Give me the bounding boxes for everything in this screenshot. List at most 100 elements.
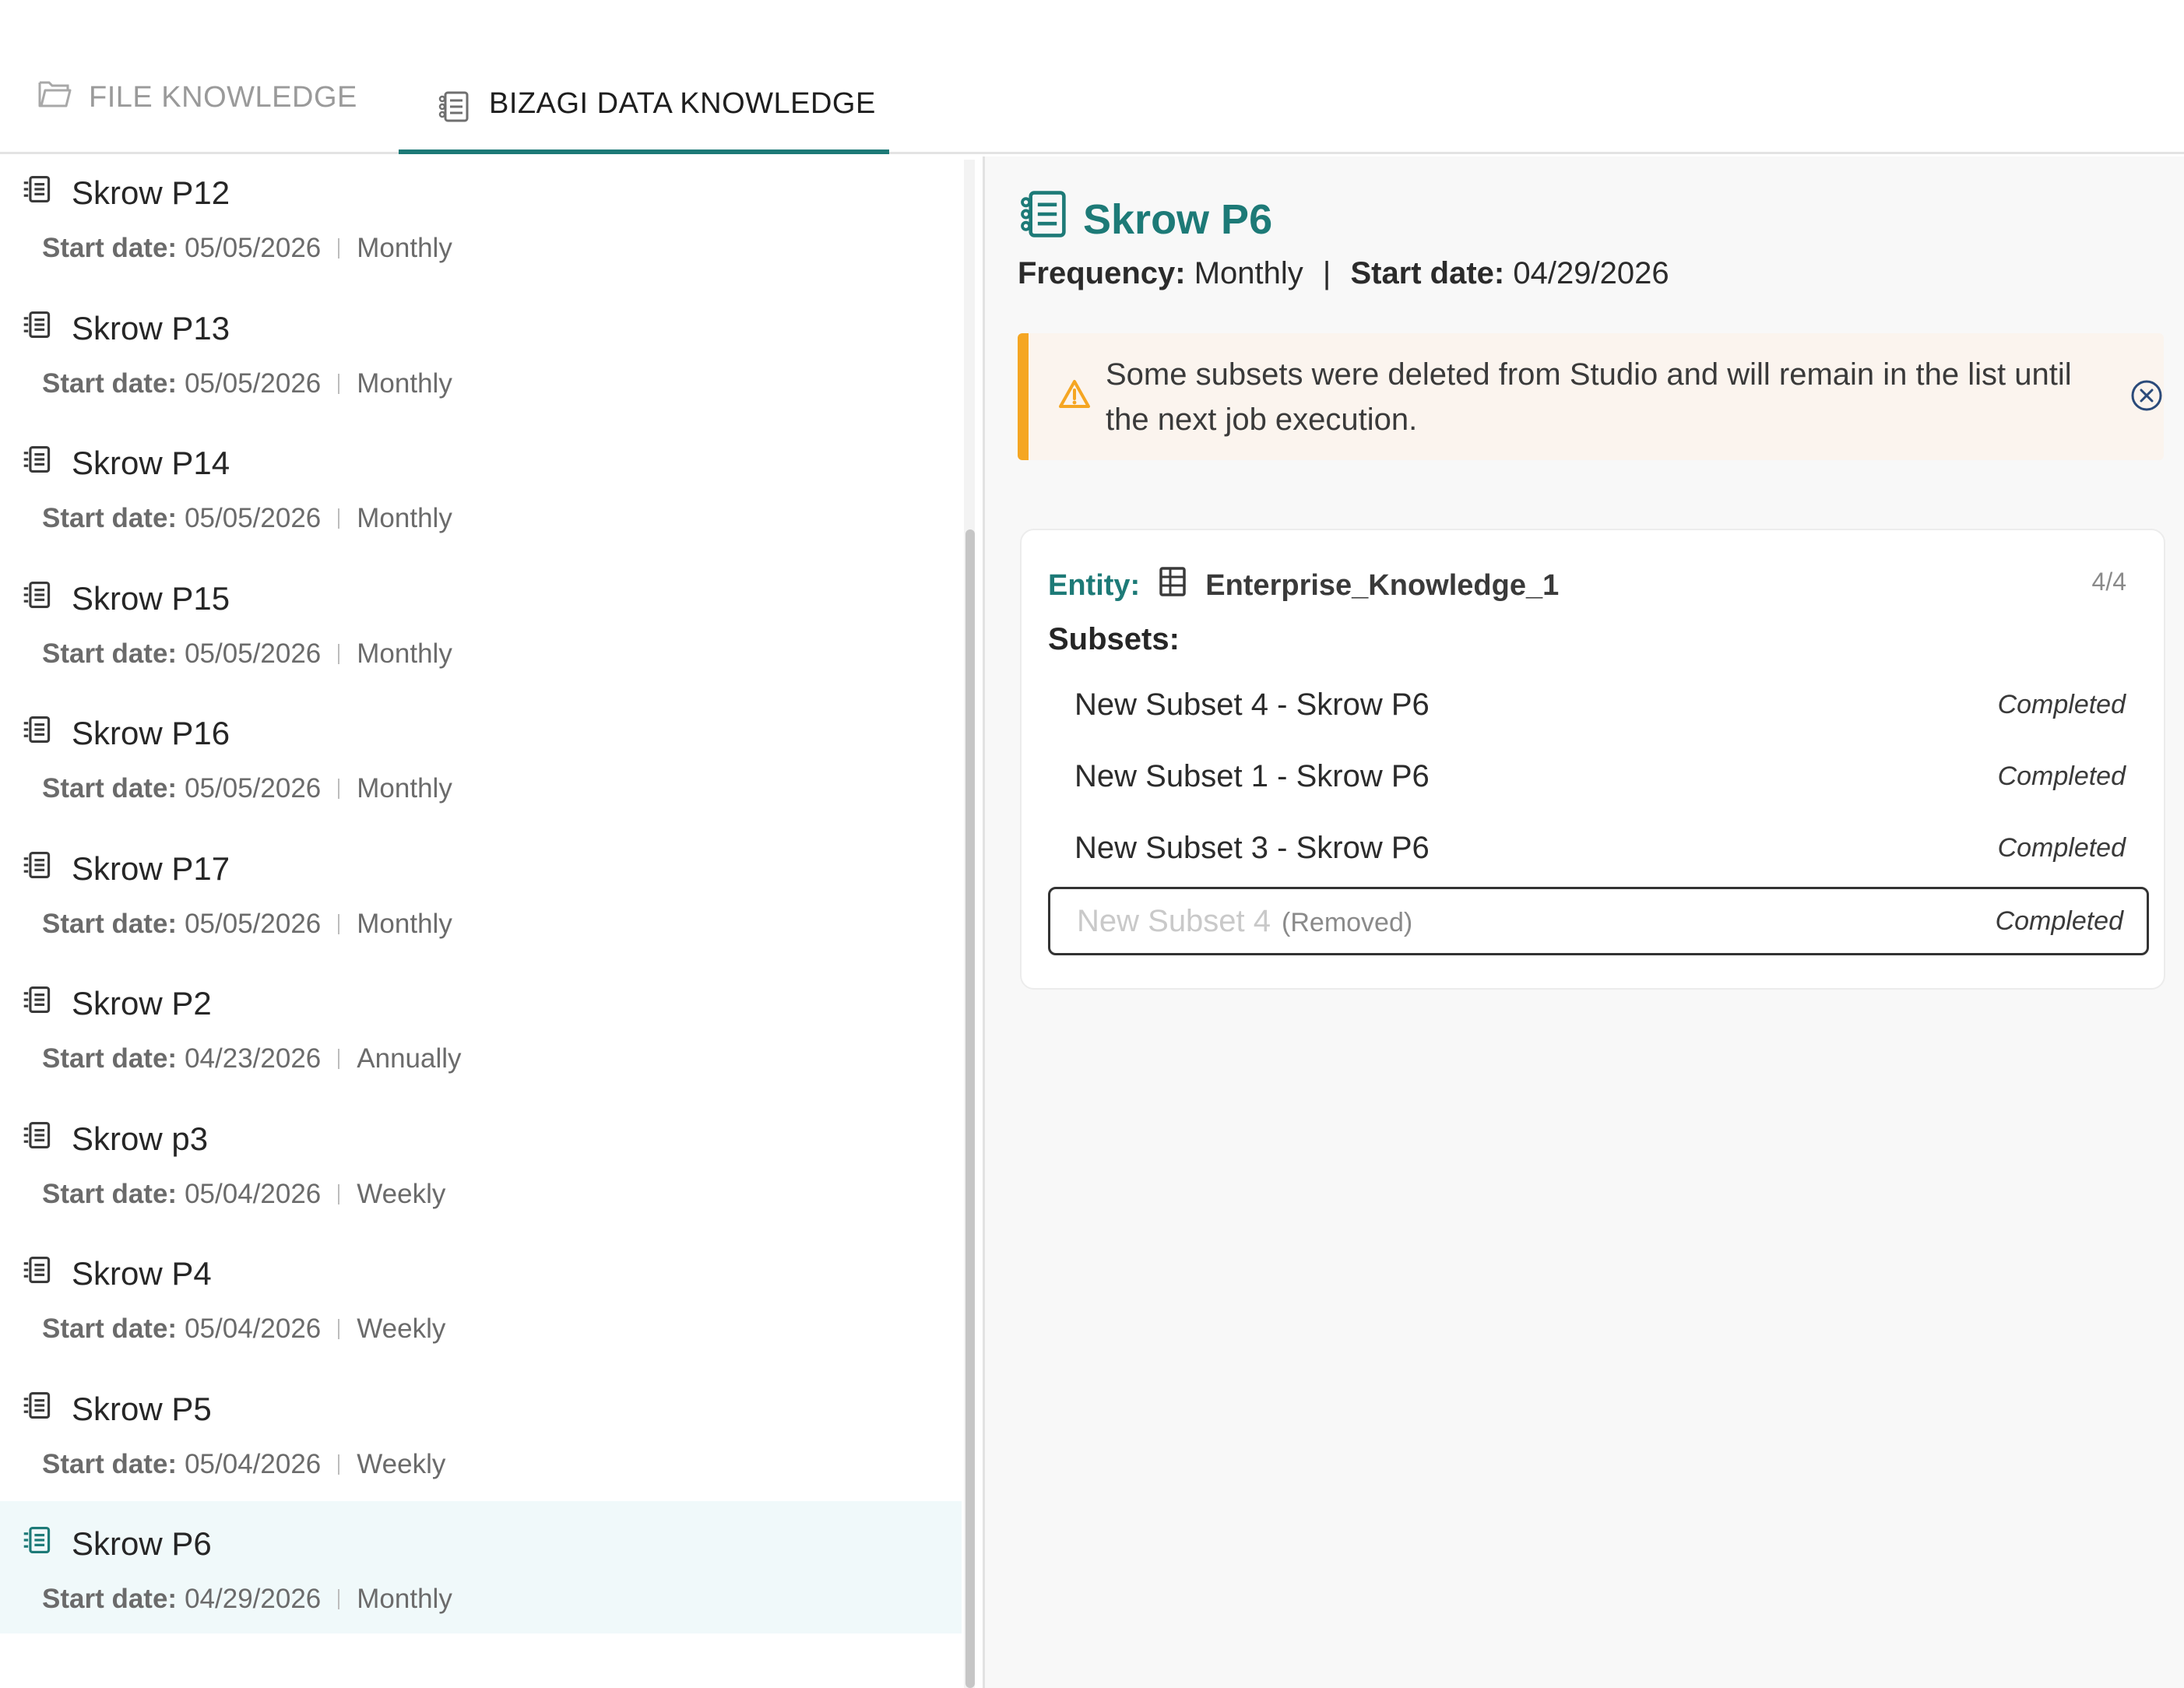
start-date-label: Start date:	[42, 233, 178, 263]
list-item-name: Skrow P12	[72, 174, 230, 211]
start-date-value: 05/05/2026	[185, 773, 322, 804]
subset-name-group: New Subset 4 (Removed)	[1077, 904, 1412, 939]
start-date-label: Start date:	[42, 503, 178, 533]
list-item-title: Skrow P4	[22, 1254, 212, 1293]
meta-separator	[338, 238, 340, 258]
list-item-meta: Start date: 04/23/2026 Annually	[42, 1043, 462, 1074]
document-list-icon	[22, 1390, 53, 1429]
list-item[interactable]: Skrow P15 Start date: 05/05/2026 Monthly	[0, 556, 962, 688]
document-list-icon	[22, 174, 53, 213]
start-date-label: Start date:	[1350, 256, 1505, 290]
frequency-value: Monthly	[357, 233, 452, 263]
meta-separator	[338, 643, 340, 664]
start-date-value: 05/05/2026	[185, 638, 322, 669]
document-list-icon	[22, 714, 53, 753]
document-list-icon	[22, 1524, 53, 1563]
scrollbar-thumb[interactable]	[965, 529, 975, 1688]
start-date-label: Start date:	[42, 638, 178, 669]
entity-row: Entity: Enterprise_Knowledge_1	[1048, 566, 1559, 605]
list-item-title: Skrow P2	[22, 984, 212, 1023]
list-item[interactable]: Skrow P17 Start date: 05/05/2026 Monthly	[0, 826, 962, 958]
list-item[interactable]: Skrow P5 Start date: 05/04/2026 Weekly	[0, 1366, 962, 1499]
subset-row: New Subset 3 - Skrow P6 Completed	[1048, 814, 2149, 882]
list-item-title: Skrow P14	[22, 444, 230, 483]
warning-icon	[1058, 378, 1091, 413]
frequency-value: Monthly	[357, 638, 452, 669]
entity-card: Entity: Enterprise_Knowledge_1 4/4 Subse…	[1020, 529, 2165, 990]
list-item-title: Skrow P17	[22, 849, 230, 888]
list-item-meta: Start date: 05/04/2026 Weekly	[42, 1313, 445, 1345]
list-item-title: Skrow P6	[22, 1524, 212, 1563]
tab-label: FILE KNOWLEDGE	[89, 80, 357, 114]
start-date-label: Start date:	[42, 1448, 178, 1479]
list-item[interactable]: Skrow P12 Start date: 05/05/2026 Monthly	[0, 156, 962, 283]
list-item[interactable]: Skrow P16 Start date: 05/05/2026 Monthly	[0, 691, 962, 823]
detail-panel: Skrow P6 Frequency: Monthly | Start date…	[985, 156, 2184, 1688]
list-item-name: Skrow P5	[72, 1390, 212, 1427]
subset-row-removed[interactable]: New Subset 4 (Removed) Completed	[1048, 887, 2149, 955]
meta-separator	[338, 1049, 340, 1069]
start-date-label: Start date:	[42, 1584, 178, 1614]
subset-row: New Subset 4 - Skrow P6 Completed	[1048, 670, 2149, 739]
tab-label: BIZAGI DATA KNOWLEDGE	[489, 87, 876, 120]
document-list-icon	[22, 309, 53, 348]
list-item[interactable]: Skrow p3 Start date: 05/04/2026 Weekly	[0, 1096, 962, 1229]
removed-tag: (Removed)	[1282, 907, 1413, 937]
list-item-meta: Start date: 05/05/2026 Monthly	[42, 503, 452, 534]
list-item-title: Skrow P12	[22, 174, 230, 213]
start-date-label: Start date:	[42, 1313, 178, 1344]
tab-bizagi-data-knowledge[interactable]: BIZAGI DATA KNOWLEDGE	[399, 76, 889, 154]
start-date-value: 05/05/2026	[185, 908, 322, 939]
start-date-value: 04/29/2026	[185, 1584, 322, 1614]
document-list-icon	[22, 1120, 53, 1159]
start-date-value: 05/05/2026	[185, 367, 322, 399]
list-item[interactable]: Skrow P13 Start date: 05/05/2026 Monthly	[0, 286, 962, 418]
meta-separator: |	[1322, 256, 1331, 290]
close-icon[interactable]	[2129, 378, 2164, 417]
knowledge-list: Skrow P12 Start date: 05/05/2026 Monthly Skr…	[0, 156, 965, 1688]
list-item[interactable]: Skrow P14 Start date: 05/05/2026 Monthly	[0, 420, 962, 553]
list-item-name: Skrow P16	[72, 715, 230, 751]
list-item-name: Skrow P15	[72, 579, 230, 617]
tab-file-knowledge[interactable]: FILE KNOWLEDGE	[37, 70, 357, 125]
meta-separator	[338, 1589, 340, 1609]
list-item-title: Skrow P13	[22, 309, 230, 348]
start-date-label: Start date:	[42, 367, 178, 399]
start-date-label: Start date:	[42, 773, 178, 804]
list-item[interactable]: Skrow P2 Start date: 04/23/2026 Annually	[0, 961, 962, 1093]
tab-bar: FILE KNOWLEDGE BIZAGI DATA KNOWLEDGE	[0, 0, 2184, 154]
entity-label: Entity:	[1048, 568, 1141, 602]
frequency-label: Frequency:	[1018, 256, 1186, 290]
start-date-value: 05/04/2026	[185, 1313, 322, 1344]
meta-separator	[338, 779, 340, 799]
meta-separator	[338, 1454, 340, 1475]
subset-name: New Subset 1 - Skrow P6	[1074, 758, 1430, 793]
document-list-icon	[22, 444, 53, 483]
start-date-value: 04/29/2026	[1513, 256, 1669, 290]
frequency-value: Monthly	[357, 908, 452, 939]
list-item-meta: Start date: 05/04/2026 Weekly	[42, 1449, 445, 1480]
frequency-value: Monthly	[357, 503, 452, 533]
start-date-value: 05/04/2026	[185, 1178, 322, 1209]
list-item-name: Skrow P17	[72, 849, 230, 887]
list-item[interactable]: Skrow P4 Start date: 05/04/2026 Weekly	[0, 1231, 962, 1363]
entity-name: Enterprise_Knowledge_1	[1205, 568, 1560, 602]
start-date-label: Start date:	[42, 1178, 178, 1209]
subset-name: New Subset 4	[1077, 903, 1271, 938]
frequency-value: Weekly	[357, 1178, 446, 1209]
list-item[interactable]: Skrow P6 Start date: 04/29/2026 Monthly	[0, 1501, 962, 1633]
subset-status: Completed	[1997, 832, 2126, 863]
list-item-name: Skrow p3	[72, 1120, 209, 1157]
subset-status: Completed	[1997, 689, 2126, 719]
list-item-title: Skrow P15	[22, 579, 230, 618]
meta-separator	[338, 508, 340, 529]
list-item-title: Skrow P5	[22, 1390, 212, 1429]
meta-separator	[338, 373, 340, 394]
detail-title: Skrow P6	[1018, 189, 1272, 249]
subset-status: Completed	[1997, 761, 2126, 791]
frequency-value: Monthly	[357, 367, 452, 399]
list-item-name: Skrow P2	[72, 985, 212, 1022]
document-list-icon	[22, 984, 53, 1023]
document-list-icon	[22, 579, 53, 618]
subset-count: 4/4	[2091, 568, 2126, 596]
